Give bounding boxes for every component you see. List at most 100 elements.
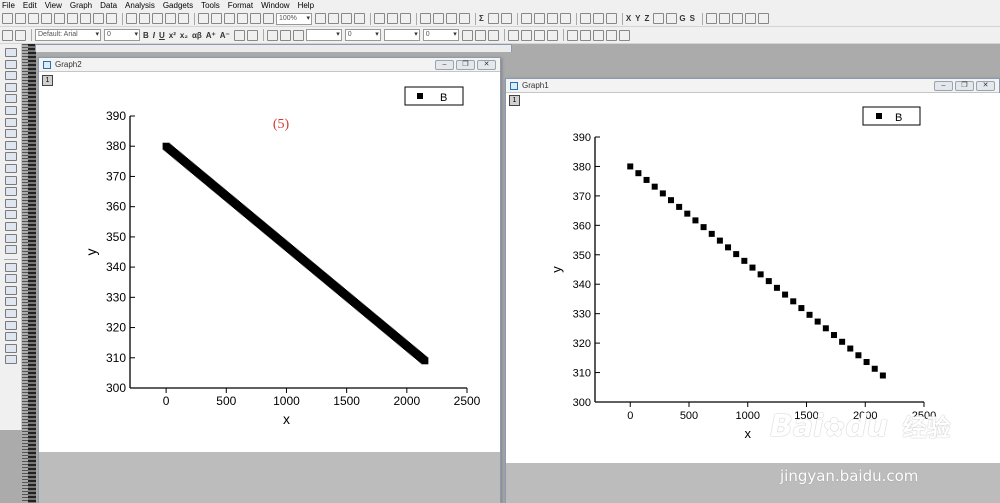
arrange-layers-icon[interactable] [605, 29, 617, 41]
refresh-icon[interactable] [315, 13, 326, 24]
menu-edit[interactable]: Edit [23, 0, 37, 11]
menu-gadgets[interactable]: Gadgets [163, 0, 193, 11]
code-builder-icon[interactable] [374, 13, 385, 24]
import-multiple-icon[interactable] [211, 13, 222, 24]
set-error-column-icon[interactable] [653, 13, 665, 24]
object-manager-icon[interactable] [546, 29, 558, 41]
set-subject-icon[interactable]: S [690, 14, 695, 23]
italic-icon[interactable]: I [153, 31, 155, 40]
new-script-icon[interactable] [106, 13, 117, 24]
graph1-layer-tab[interactable]: 1 [509, 95, 520, 106]
set-y-column-icon[interactable]: Y [635, 14, 640, 23]
gadget-icon[interactable] [520, 29, 532, 41]
group-icon[interactable] [4, 343, 17, 353]
merge-graphs-icon[interactable] [618, 29, 630, 41]
menu-data[interactable]: Data [100, 0, 117, 11]
histogram-icon[interactable] [546, 13, 558, 24]
new-workbook-icon[interactable] [15, 13, 26, 24]
minimize-button[interactable]: – [435, 60, 454, 70]
font-size-select[interactable]: 0 [104, 29, 140, 41]
graph1-titlebar[interactable]: Graph1 – ❐ ✕ [506, 79, 999, 93]
circle-icon[interactable] [4, 274, 17, 284]
new-matrix-icon[interactable] [41, 13, 52, 24]
select-data-icon[interactable] [579, 29, 591, 41]
column-chart-icon[interactable] [533, 13, 545, 24]
set-x-column-icon[interactable]: X [626, 14, 631, 23]
script-window-icon[interactable] [354, 13, 365, 24]
hand-icon[interactable] [4, 198, 17, 208]
add-new-columns-icon[interactable] [400, 13, 411, 24]
pattern-select-icon[interactable] [474, 29, 486, 41]
minimize-button[interactable]: – [934, 81, 953, 91]
fitting-icon[interactable] [533, 29, 545, 41]
menu-analysis[interactable]: Analysis [125, 0, 155, 11]
print-icon[interactable] [250, 13, 261, 24]
line-style-select[interactable] [305, 29, 342, 41]
set-z-column-icon[interactable]: Z [645, 14, 650, 23]
table-icon[interactable] [487, 29, 499, 41]
list-icon[interactable] [4, 285, 17, 295]
rectangle-icon[interactable] [4, 262, 17, 272]
ternary-icon[interactable] [592, 13, 604, 24]
menu-graph[interactable]: Graph [70, 0, 92, 11]
import-ascii-icon[interactable] [198, 13, 209, 24]
region-mask-icon[interactable] [4, 210, 17, 220]
duplicate-icon[interactable] [263, 13, 274, 24]
restore-button[interactable]: ❐ [456, 60, 475, 70]
save-project-icon[interactable] [165, 13, 176, 24]
pointer-icon[interactable] [4, 48, 17, 57]
open-template-icon[interactable] [139, 13, 150, 24]
new-excel-icon[interactable] [93, 13, 104, 24]
greek-icon[interactable]: αβ [192, 31, 202, 40]
graph2-page[interactable] [39, 72, 500, 452]
border-width-select[interactable]: 0 [422, 29, 459, 41]
fill-pattern-icon[interactable] [461, 29, 473, 41]
results-log-icon[interactable] [341, 13, 352, 24]
pattern-color-icon[interactable] [292, 29, 304, 41]
data-reader-icon[interactable] [4, 117, 17, 127]
line-tool-icon[interactable] [4, 175, 17, 185]
graph2-titlebar[interactable]: Graph2 – ❐ ✕ [39, 58, 500, 72]
copy-format-icon[interactable] [4, 245, 17, 255]
statistics-icon[interactable]: Σ [479, 14, 484, 23]
image-tool-icon[interactable] [4, 221, 17, 231]
restore-button[interactable]: ❐ [955, 81, 974, 91]
grid-icon[interactable] [4, 355, 17, 365]
import-wizard-icon[interactable] [224, 13, 235, 24]
new-function-icon[interactable] [54, 13, 65, 24]
record-icon[interactable] [4, 320, 17, 330]
command-window-icon[interactable] [387, 13, 398, 24]
sort-icon[interactable] [487, 13, 499, 24]
superscript-icon[interactable]: x² [169, 31, 176, 40]
layer-manager-icon[interactable] [420, 13, 431, 24]
insert-table-icon[interactable] [459, 13, 470, 24]
move-first-icon[interactable] [731, 13, 743, 24]
graph2-layer-tab[interactable]: 1 [42, 75, 53, 86]
bar-chart-icon[interactable] [520, 13, 532, 24]
bookmark-icon[interactable] [4, 332, 17, 342]
draw-data-icon[interactable] [4, 140, 17, 150]
axis-break-icon[interactable] [4, 309, 17, 319]
set-group-icon[interactable]: G [679, 14, 685, 23]
open-excel-icon[interactable] [152, 13, 163, 24]
pie-chart-icon[interactable] [605, 13, 617, 24]
new-notes-icon[interactable] [80, 13, 91, 24]
font-style-icon[interactable] [15, 29, 26, 41]
new-project-icon[interactable] [2, 13, 13, 24]
screen-reader-icon[interactable] [4, 105, 17, 115]
stack-chart-icon[interactable] [559, 13, 571, 24]
border-style-select[interactable] [383, 29, 420, 41]
data-display-icon[interactable] [433, 13, 444, 24]
text-color-icon[interactable] [2, 29, 13, 41]
move-right-icon[interactable] [718, 13, 730, 24]
font-color-icon[interactable] [246, 29, 258, 41]
data-selector-icon[interactable] [4, 129, 17, 139]
arrow-tool-icon[interactable] [4, 163, 17, 173]
plot-setup-icon[interactable] [592, 29, 604, 41]
polygon-tool-icon[interactable] [4, 187, 17, 197]
menu-view[interactable]: View [45, 0, 62, 11]
matrix-icon[interactable] [507, 29, 519, 41]
add-worksheet-icon[interactable] [446, 13, 457, 24]
scale-icon[interactable] [4, 82, 17, 92]
line-color-icon[interactable] [279, 29, 291, 41]
